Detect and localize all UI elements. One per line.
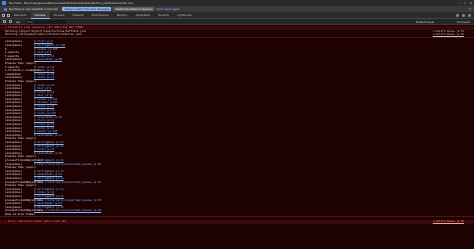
console-row-text: Show 14 more frames bbox=[5, 212, 35, 216]
console-row-text: ▸ Error: Resource loader path route 404 bbox=[5, 220, 66, 224]
console-row-text: (anonymous) bbox=[5, 169, 23, 173]
console-row-text: (anonymous) bbox=[5, 40, 23, 44]
console-row-text: (anonymous) bbox=[5, 105, 23, 109]
close-window-icon[interactable]: ✕ bbox=[469, 1, 472, 5]
console-row-text: t.exports bbox=[5, 51, 20, 55]
console-row-text: (anonymous) bbox=[5, 101, 23, 105]
tab-console[interactable]: Console bbox=[30, 11, 50, 19]
console-error-row[interactable]: ▸ Error: Resource loader path route 404 c… bbox=[0, 220, 474, 224]
sidebar-toggle-icon[interactable] bbox=[3, 20, 6, 23]
console-row-text: (anonymous) bbox=[5, 58, 23, 62]
devtools-tabbar: Elements Console Sources Network Performance… bbox=[0, 11, 474, 19]
log-levels-dropdown[interactable]: Default levels bbox=[416, 20, 434, 24]
close-infobar-icon[interactable]: ✕ bbox=[469, 7, 471, 11]
console-row-text: (anonymous) bbox=[5, 148, 23, 152]
console-row-text: (anonymous) bbox=[5, 173, 23, 177]
console-row-text: (anonymous) bbox=[5, 176, 23, 180]
more-options-icon[interactable] bbox=[462, 14, 465, 17]
console-row-text: viewUpdate bbox=[5, 72, 21, 76]
console-row-text: m bbox=[5, 47, 7, 51]
console-row-text: (anonymous) bbox=[5, 97, 23, 101]
console-row-text: (anonymous) bbox=[5, 194, 23, 198]
console-row-text: (anonymous) bbox=[5, 130, 23, 134]
console-row-text: (anonymous) bbox=[5, 133, 23, 137]
console-row-text: (anonymous) bbox=[5, 87, 23, 91]
tab-security[interactable]: Security bbox=[154, 12, 173, 19]
console-row-text: (anonymous) bbox=[5, 162, 23, 166]
console-row-text: (anonymous) bbox=[5, 141, 23, 144]
tab-elements[interactable]: Elements bbox=[10, 12, 31, 19]
match-language-button[interactable]: Always match Chrome's language bbox=[62, 7, 112, 11]
console-row-text: (anonymous) bbox=[5, 144, 23, 148]
tab-memory[interactable]: Memory bbox=[113, 12, 132, 19]
console-row-text: t.exports bbox=[5, 65, 20, 69]
console-row-text: (anonymous) bbox=[5, 108, 23, 112]
maximize-icon[interactable]: □ bbox=[464, 1, 466, 5]
switch-language-button[interactable]: Switch DevTools to German bbox=[113, 7, 155, 11]
console-row-text: Promise.then (async) bbox=[5, 79, 37, 83]
console-row-text: Promise.then (async) bbox=[5, 166, 37, 170]
console-row-text: (anonymous) bbox=[5, 126, 23, 130]
info-icon bbox=[4, 7, 7, 11]
tab-performance[interactable]: Performance bbox=[88, 12, 113, 19]
console-row-text: Fetching cat/museum/catpic/catchall/home… bbox=[5, 33, 82, 37]
console-row-text: t.exports bbox=[5, 54, 20, 58]
toolbar-right-icons bbox=[456, 14, 471, 17]
console-row-text: (anonymous) bbox=[5, 43, 23, 47]
filter-input[interactable]: Filter bbox=[26, 19, 67, 24]
console-row-text: (anonymous) bbox=[5, 151, 23, 155]
tab-lighthouse[interactable]: Lighthouse bbox=[173, 12, 196, 19]
console-row-text: (anonymous) bbox=[5, 187, 23, 191]
console-row-text: Fetching [object Object]/tags/lectures/5… bbox=[5, 29, 87, 33]
console-row-text: (anonymous) bbox=[5, 205, 23, 209]
issues-counter[interactable]: No Issues bbox=[457, 20, 470, 24]
window-title: DevTools - files.lc.tanglewood/lessons/w… bbox=[9, 1, 134, 5]
console-output: ▸ Failed to load resource: net::ERR_FILE… bbox=[0, 26, 474, 249]
tab-application[interactable]: Application bbox=[132, 12, 155, 19]
minimize-icon[interactable]: – bbox=[458, 1, 460, 5]
settings-icon[interactable] bbox=[456, 14, 459, 17]
tab-list: Elements Console Sources Network Performance… bbox=[10, 11, 196, 19]
console-row-text: Promise.then (async) bbox=[5, 184, 37, 188]
console-row-text: (anonymous) bbox=[5, 90, 23, 94]
devtools-app-icon bbox=[2, 1, 6, 5]
console-row-text: (anonymous) bbox=[5, 202, 23, 206]
console-row-text: (anonymous) bbox=[5, 115, 23, 119]
tab-network[interactable]: Network bbox=[69, 12, 88, 19]
inspect-element-icon[interactable] bbox=[2, 13, 5, 17]
console-row-text: Promise.then (async) bbox=[5, 61, 37, 65]
tab-sources[interactable]: Sources bbox=[50, 12, 69, 19]
console-row-text: (anonymous) bbox=[5, 119, 23, 123]
infobar-message: DevTools is now available in German bbox=[9, 7, 59, 11]
console-row-text: (anonymous) bbox=[5, 191, 23, 195]
console-row-text: (anonymous) bbox=[5, 123, 23, 127]
console-row-text: (anonymous) bbox=[5, 76, 23, 80]
console-row-text: Promise.then (async) bbox=[5, 137, 37, 141]
close-devtools-icon[interactable] bbox=[468, 14, 471, 17]
dont-show-again-link[interactable]: Don't show again bbox=[156, 7, 179, 11]
console-row-text: Promise.then (async) bbox=[5, 155, 37, 159]
console-row-text: ▸ Failed to load resource: net::ERR_FILE… bbox=[5, 26, 84, 29]
console-row-text: (anonymous) bbox=[5, 94, 23, 98]
console-filterbar: top Filter Default levels No Issues bbox=[0, 19, 474, 25]
source-link[interactable]: createFirebase.js:91 bbox=[433, 220, 464, 224]
context-selector[interactable]: top bbox=[16, 20, 20, 24]
console-row-text: (anonymous) bbox=[5, 83, 23, 87]
console-row-text: (anonymous) bbox=[5, 112, 23, 116]
clear-console-icon[interactable] bbox=[9, 20, 12, 23]
